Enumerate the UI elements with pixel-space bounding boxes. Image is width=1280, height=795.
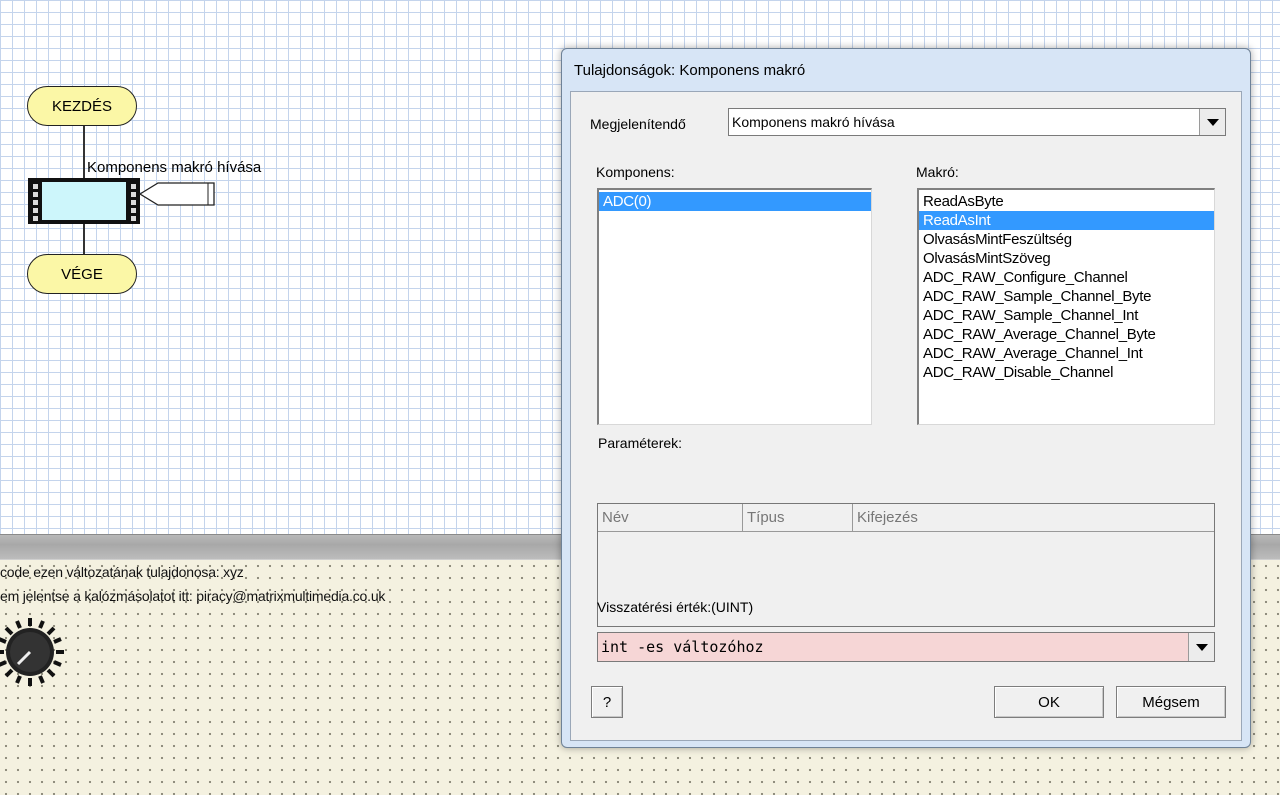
macro-list-item[interactable]: OlvasásMintFeszültség [919, 230, 1214, 249]
macro-list-item[interactable]: ADC_RAW_Sample_Channel_Int [919, 306, 1214, 325]
display-combobox[interactable]: Komponens makró hívása [728, 108, 1226, 136]
macro-list-item[interactable]: ReadAsByte [919, 192, 1214, 211]
macro-list-item[interactable]: ADC_RAW_Average_Channel_Byte [919, 325, 1214, 344]
macro-label: Makró: [916, 164, 959, 180]
macro-call-body [42, 182, 126, 220]
ok-button-label: OK [1038, 693, 1060, 711]
component-label: Komponens: [596, 164, 675, 180]
owner-text: code ezen változatának tulajdonosa: xyz [0, 564, 244, 580]
return-value: int -es változóhoz [601, 638, 764, 656]
film-strip-left [30, 182, 40, 221]
properties-dialog[interactable]: Tulajdonságok: Komponens makró Megjelení… [561, 48, 1251, 748]
component-listbox[interactable]: ADC(0) [597, 188, 872, 425]
ok-button[interactable]: OK [994, 686, 1104, 718]
display-label: Megjelenítendő [590, 116, 686, 132]
macro-list-item[interactable]: ADC_RAW_Disable_Channel [919, 363, 1214, 382]
macro-call-label: Komponens makró hívása [87, 159, 262, 176]
connector-line [83, 224, 85, 254]
macro-list-item[interactable]: ADC_RAW_Sample_Channel_Byte [919, 287, 1214, 306]
component-list-item[interactable]: ADC(0) [599, 192, 871, 211]
dropdown-arrow-icon[interactable] [1188, 633, 1214, 661]
cancel-button-label: Mégsem [1142, 693, 1200, 711]
display-value: Komponens makró hívása [732, 114, 895, 130]
cancel-button[interactable]: Mégsem [1116, 686, 1226, 718]
end-label: VÉGE [61, 265, 103, 283]
macro-tag-icon [138, 182, 215, 206]
dialog-client-area: Megjelenítendő Komponens makró hívása Ko… [570, 91, 1242, 741]
film-strip-right [128, 182, 138, 221]
params-col-name[interactable]: Név [598, 504, 743, 532]
macro-call-block[interactable] [28, 178, 140, 224]
help-button[interactable]: ? [591, 686, 623, 718]
start-terminal[interactable]: KEZDÉS [27, 86, 137, 126]
piracy-text: em jelentse a kalózmásolatot itt: piracy… [0, 588, 386, 604]
dialog-title: Tulajdonságok: Komponens makró [574, 62, 806, 79]
knob-icon[interactable] [0, 616, 72, 694]
macro-list-item[interactable]: OlvasásMintSzöveg [919, 249, 1214, 268]
params-col-type[interactable]: Típus [743, 504, 853, 532]
dropdown-arrow-icon[interactable] [1199, 109, 1225, 135]
end-terminal[interactable]: VÉGE [27, 254, 137, 294]
params-col-expression[interactable]: Kifejezés [853, 504, 1214, 532]
macro-list-item[interactable]: ReadAsInt [919, 211, 1214, 230]
help-button-label: ? [602, 693, 612, 711]
macro-listbox[interactable]: ReadAsByte ReadAsInt OlvasásMintFeszültség… [917, 188, 1215, 425]
start-label: KEZDÉS [51, 97, 112, 115]
connector-line [83, 126, 85, 178]
return-value-combobox[interactable]: int -es változóhoz [597, 632, 1215, 662]
params-label: Paraméterek: [598, 435, 683, 451]
macro-list-item[interactable]: ADC_RAW_Configure_Channel [919, 268, 1214, 287]
return-label: Visszatérési érték:(UINT) [597, 599, 754, 615]
macro-list-item[interactable]: ADC_RAW_Average_Channel_Int [919, 344, 1214, 363]
